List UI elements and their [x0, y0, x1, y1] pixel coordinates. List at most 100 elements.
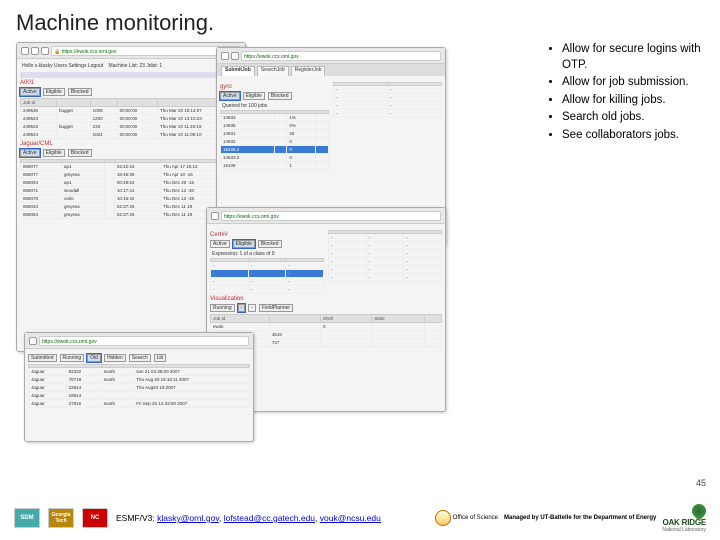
tab-row: Submitted Running Old Hidden Search Lib: [28, 354, 250, 362]
tab-eligible[interactable]: Eligible: [43, 88, 65, 96]
reload-button[interactable]: [231, 52, 239, 60]
table-row[interactable]: 14533.20: [221, 154, 329, 162]
table-row[interactable]: 151091: [221, 162, 329, 170]
section-header-2: Visualization: [210, 296, 442, 302]
table-row[interactable]: 868071woodall10:17:41Thu Dec 12 -20: [21, 187, 242, 195]
table-row[interactable]: 868077ap102:42:43Thu Apr 17 16:12: [21, 163, 242, 171]
table-row[interactable]: 249535bugget100800:00:00Thu Mar 20 10:14…: [21, 107, 242, 115]
table-row[interactable]: 249524102400:00:00Thu Mar 20 11:09:10: [21, 131, 242, 139]
tab-search[interactable]: Search: [129, 354, 151, 362]
forward-button[interactable]: [31, 47, 39, 55]
bullet-item: Allow for secure logins with OTP.: [562, 42, 704, 73]
tab-register[interactable]: RegisterJob: [291, 66, 326, 76]
gt-logo: Georgia Tech: [48, 508, 74, 528]
ncsu-logo: NC: [82, 508, 108, 528]
table-row[interactable]: 868077gmyeas18:46:39Thu Apr 10 -16: [21, 171, 242, 179]
tab-running[interactable]: Running: [60, 354, 85, 362]
table-row[interactable]: 249522bugget23300:00:00Thu Mar 20 11:49:…: [21, 123, 242, 131]
table-row[interactable]: ---: [211, 270, 324, 278]
lock-icon: 🔒: [54, 49, 60, 55]
th: Job Id: [21, 99, 57, 107]
tab-fieldplanner[interactable]: FieldPlanner: [259, 304, 293, 312]
tab-lib[interactable]: Lib: [154, 354, 167, 362]
table-row[interactable]: 149331%: [221, 114, 329, 122]
tab-active[interactable]: Active: [220, 92, 240, 100]
table-row[interactable]: --: [334, 94, 442, 102]
tab-active[interactable]: Active: [20, 88, 40, 96]
bullet-item: See collaborators jobs.: [562, 128, 704, 144]
table-row[interactable]: 1493125: [221, 130, 329, 138]
info-text: Queried for 100 jobs: [222, 103, 267, 109]
table-row[interactable]: Jaguar78718neuthThu Aug 30 16:18:11 2007: [29, 376, 250, 384]
tab-btn[interactable]: -: [248, 304, 256, 312]
table-row[interactable]: 16428.20: [221, 146, 329, 154]
address-bar[interactable]: https://ewok.ccs.ornl.gov: [221, 211, 441, 221]
address-bar[interactable]: https://ewok.ccs.ornl.gov: [241, 51, 441, 61]
table-row[interactable]: 868004ap100:48:54Thu Dec 20 -16: [21, 179, 242, 187]
job-table: 149331% 149350% 1493125 149320 16428.20 …: [220, 110, 329, 170]
table-row[interactable]: Jaguar27816neuthFri Sep 26 14:33:08 2007: [29, 400, 250, 408]
table-row[interactable]: Jaguar22814Thu Aug04 18:2007: [29, 384, 250, 392]
table-row[interactable]: ---: [211, 286, 324, 294]
detail-table: -- -- -- --: [333, 82, 442, 118]
table-row[interactable]: Jaguar82332neuthsun 21 04:38:00 2007: [29, 368, 250, 376]
info-text: Expression: 1 of a class of 9: [212, 251, 275, 257]
table-row[interactable]: 868078oolio10:16:42Thu Dec 12 -18: [21, 195, 242, 203]
email-link[interactable]: lofstead@cc.gatech.edu: [224, 513, 315, 523]
tab-blocked[interactable]: Blocked: [258, 240, 282, 248]
table-row[interactable]: ---: [329, 234, 442, 242]
back-button[interactable]: [211, 212, 219, 220]
email-link[interactable]: klasky@ornl.gov: [157, 513, 219, 523]
section-header-2: Jaguar/CML: [20, 141, 242, 147]
table-row[interactable]: 249523120000:00:00Thu Mar 20 14:10:23: [21, 115, 242, 123]
tab-submit[interactable]: SubmitJob: [221, 66, 255, 76]
back-button[interactable]: [29, 337, 37, 345]
table-row[interactable]: ---: [329, 258, 442, 266]
email-link[interactable]: vouk@ncsu.edu: [320, 513, 381, 523]
tab-row: Active Eligible Blocked: [20, 88, 242, 96]
table-row[interactable]: ---: [211, 278, 324, 286]
science-icon: [435, 510, 451, 526]
tab-blocked[interactable]: Blocked: [268, 92, 292, 100]
reload-button[interactable]: [41, 47, 49, 55]
table-row[interactable]: Jaguar18814: [29, 392, 250, 400]
managed-by-text: Managed by UT-Battelle for the Departmen…: [504, 515, 656, 522]
table-row[interactable]: 149350%: [221, 122, 329, 130]
tab-eligible[interactable]: Eligible: [233, 240, 255, 248]
tab-eligible[interactable]: Eligible: [243, 92, 265, 100]
tab-old[interactable]: Old: [87, 354, 101, 362]
back-button[interactable]: [221, 52, 229, 60]
tab-running[interactable]: Running: [210, 304, 235, 312]
url-text: https://ewok.ccs.ornl.gov: [62, 49, 117, 55]
table-row[interactable]: ewok0: [211, 323, 442, 331]
table-row[interactable]: --: [334, 110, 442, 118]
table-row[interactable]: --: [334, 102, 442, 110]
table-row[interactable]: ---: [329, 266, 442, 274]
screenshot-cluster: 🔒 https://ewok.ccs.ornl.gov Hello s.klas…: [16, 42, 536, 442]
tab-active[interactable]: Active: [20, 149, 40, 157]
slide-title: Machine monitoring.: [16, 10, 704, 36]
sdm-logo: SDM: [14, 508, 40, 528]
table-row[interactable]: ---: [329, 274, 442, 282]
machine-sub: Machine List: 23 Jdist: 1: [109, 63, 163, 69]
tab-search[interactable]: SearchJob: [257, 66, 289, 76]
tab-eligible[interactable]: Eligible: [43, 149, 65, 157]
address-bar[interactable]: 🔒 https://ewok.ccs.ornl.gov: [51, 46, 241, 56]
tab-hidden[interactable]: Hidden: [104, 354, 126, 362]
table-row[interactable]: ---: [329, 242, 442, 250]
user-header: Hello s.klasky Users Settings Logout: [22, 63, 103, 69]
tab-blocked[interactable]: Blocked: [68, 149, 92, 157]
bullet-item: Search old jobs.: [562, 110, 704, 126]
tab-btn[interactable]: -: [238, 304, 246, 312]
table-row[interactable]: ---: [329, 250, 442, 258]
bullet-list: Allow for secure logins with OTP. Allow …: [546, 42, 704, 442]
table-row[interactable]: 149320: [221, 138, 329, 146]
bullet-item: Allow for killing jobs.: [562, 93, 704, 109]
address-bar[interactable]: https://ewok.ccs.ornl.gov: [39, 336, 249, 346]
tab-submitted[interactable]: Submitted: [28, 354, 57, 362]
table-row[interactable]: ---: [211, 262, 324, 270]
table-row[interactable]: --: [334, 86, 442, 94]
back-button[interactable]: [21, 47, 29, 55]
tab-blocked[interactable]: Blocked: [68, 88, 92, 96]
tab-active[interactable]: Active: [210, 240, 230, 248]
